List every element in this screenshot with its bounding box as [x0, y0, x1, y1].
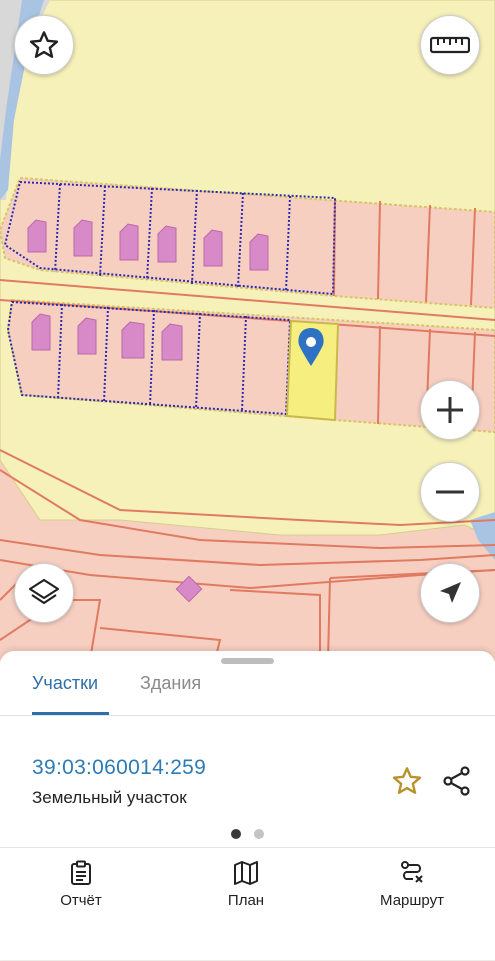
share-button[interactable] — [438, 762, 476, 800]
active-tab-indicator — [32, 712, 109, 715]
plus-icon — [437, 397, 463, 423]
tab-bar: Участки Здания — [0, 663, 495, 716]
bottom-nav: Отчёт План Маршрут — [0, 847, 495, 961]
route-icon — [401, 861, 423, 883]
pager-dot-active — [231, 829, 241, 839]
ruler-button[interactable] — [420, 15, 480, 75]
tab-parcels[interactable]: Участки — [32, 673, 98, 694]
nav-plan-label: План — [227, 892, 265, 909]
minus-icon — [436, 490, 464, 494]
locate-me-button[interactable] — [420, 563, 480, 623]
building — [157, 225, 177, 263]
navigation-arrow-icon — [440, 582, 461, 603]
building — [121, 321, 145, 359]
zoom-in-button[interactable] — [420, 380, 480, 440]
building — [119, 223, 139, 261]
cadastral-number[interactable]: 39:03:060014:259 — [32, 756, 206, 780]
pager-dot — [254, 829, 264, 839]
nav-report[interactable]: Отчёт — [26, 860, 136, 909]
map-view[interactable] — [0, 0, 495, 661]
layers-button[interactable] — [14, 563, 74, 623]
parcel-info-sheet: Участки Здания 39:03:060014:259 Земельны… — [0, 651, 495, 960]
nav-plan[interactable]: План — [191, 860, 301, 909]
star-outline-icon — [29, 31, 59, 58]
ruler-icon — [430, 36, 470, 54]
star-outline-icon — [392, 767, 422, 794]
building — [161, 323, 183, 361]
building — [31, 313, 51, 351]
building — [77, 317, 97, 355]
nav-report-label: Отчёт — [60, 892, 102, 909]
pager-dots — [228, 829, 268, 839]
zoom-out-button[interactable] — [420, 462, 480, 522]
nav-route[interactable]: Маршрут — [357, 860, 467, 909]
building — [249, 233, 269, 271]
building — [73, 219, 93, 257]
favorite-map-button[interactable] — [14, 15, 74, 75]
clipboard-icon — [71, 860, 91, 885]
parcel-type: Земельный участок — [32, 788, 187, 807]
building — [27, 219, 47, 253]
map-canvas[interactable] — [0, 0, 495, 661]
layers-icon — [28, 578, 60, 605]
tab-buildings[interactable]: Здания — [140, 673, 201, 694]
share-icon — [443, 766, 470, 796]
map-icon — [234, 861, 258, 885]
building — [203, 229, 223, 267]
nav-route-label: Маршрут — [380, 892, 444, 909]
favorite-parcel-button[interactable] — [388, 762, 426, 800]
